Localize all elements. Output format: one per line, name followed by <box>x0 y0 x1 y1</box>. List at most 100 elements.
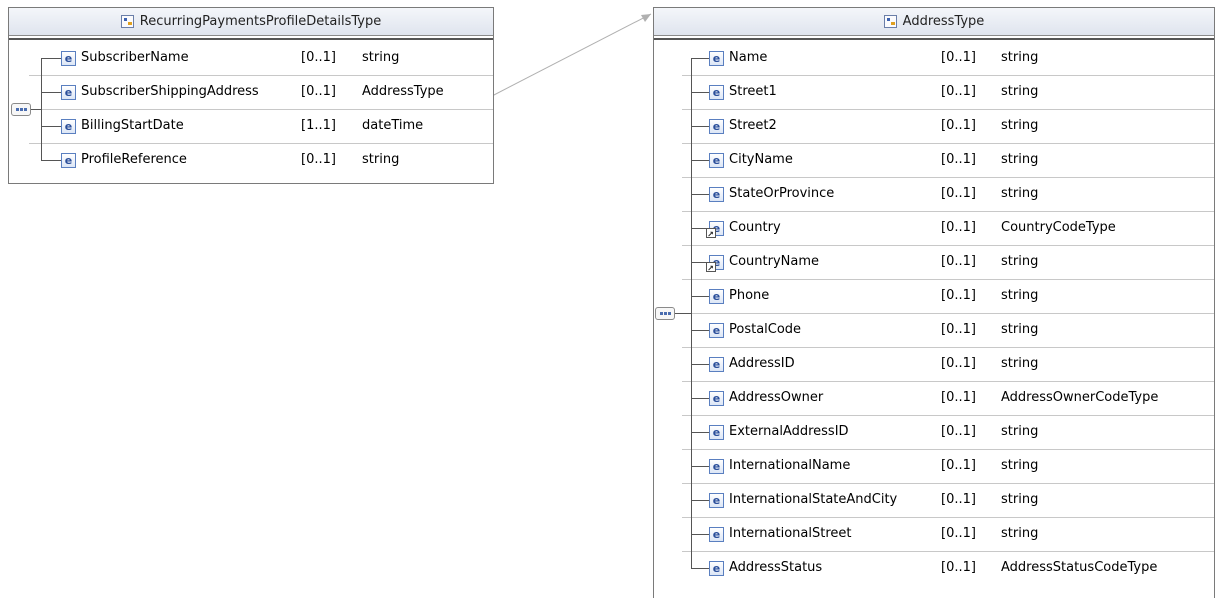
element-row[interactable]: e Phone [0..1] string <box>682 280 1214 314</box>
element-icon: e <box>709 187 724 202</box>
element-name: BillingStartDate <box>81 118 184 133</box>
element-type: CountryCodeType <box>1001 220 1116 235</box>
element-type: string <box>1001 118 1039 133</box>
element-row[interactable]: e PostalCode [0..1] string <box>682 314 1214 348</box>
element-row[interactable]: e AddressStatus [0..1] AddressStatusCodeTyp… <box>682 552 1214 586</box>
element-type: string <box>1001 356 1039 371</box>
element-name: AddressStatus <box>729 560 823 575</box>
element-type: string <box>1001 458 1039 473</box>
element-name: Street1 <box>729 84 777 99</box>
tree-branch-line <box>691 466 709 467</box>
element-icon: e <box>61 51 76 66</box>
element-name: ExternalAddressID <box>729 424 849 439</box>
tree-branch-line <box>691 126 709 127</box>
element-icon: e <box>709 561 724 576</box>
complex-type-address-type[interactable]: AddressType e Name [0..1] string e Street1 [0.… <box>653 7 1215 598</box>
element-name: InternationalStateAndCity <box>729 492 898 507</box>
element-icon: e <box>61 85 76 100</box>
tree-branch-line <box>691 296 709 297</box>
element-cardinality: [0..1] <box>941 560 976 575</box>
sequence-compositor-icon[interactable] <box>11 103 31 116</box>
tree-branch-line <box>691 500 709 501</box>
element-type: string <box>1001 424 1039 439</box>
element-type: string <box>1001 254 1039 269</box>
element-row[interactable]: e Country [0..1] CountryCodeType <box>682 212 1214 246</box>
element-row[interactable]: e InternationalStateAndCity [0..1] string <box>682 484 1214 518</box>
element-cardinality: [0..1] <box>941 526 976 541</box>
element-icon: e <box>61 153 76 168</box>
element-icon: e <box>709 357 724 372</box>
tree-branch-line <box>41 58 61 59</box>
element-icon: e <box>709 323 724 338</box>
element-name: InternationalName <box>729 458 851 473</box>
element-type: AddressOwnerCodeType <box>1001 390 1159 405</box>
element-row[interactable]: e ExternalAddressID [0..1] string <box>682 416 1214 450</box>
element-name: PostalCode <box>729 322 802 337</box>
element-name: AddressID <box>729 356 795 371</box>
element-cardinality: [0..1] <box>941 50 976 65</box>
element-icon: e <box>709 493 724 508</box>
element-name: CityName <box>729 152 793 167</box>
element-type: string <box>1001 186 1039 201</box>
header-divider <box>654 38 1214 40</box>
element-cardinality: [0..1] <box>941 118 976 133</box>
element-name: Name <box>729 50 768 65</box>
element-cardinality: [0..1] <box>941 356 976 371</box>
element-icon: e <box>709 119 724 134</box>
element-row[interactable]: e StateOrProvince [0..1] string <box>682 178 1214 212</box>
element-type: string <box>1001 84 1039 99</box>
element-row[interactable]: e CountryName [0..1] string <box>682 246 1214 280</box>
element-row[interactable]: e Name [0..1] string <box>682 42 1214 76</box>
type-header: AddressType <box>654 8 1214 36</box>
element-type: string <box>1001 50 1039 65</box>
element-type: string <box>362 152 400 167</box>
element-row[interactable]: e Street2 [0..1] string <box>682 110 1214 144</box>
tree-branch-line <box>41 126 61 127</box>
element-icon: e <box>709 153 724 168</box>
element-cardinality: [0..1] <box>941 458 976 473</box>
element-cardinality: [0..1] <box>941 424 976 439</box>
tree-branch-line <box>691 160 709 161</box>
element-icon: e <box>709 425 724 440</box>
element-cardinality: [0..1] <box>941 152 976 167</box>
element-row[interactable]: e AddressOwner [0..1] AddressOwnerCodeType <box>682 382 1214 416</box>
element-icon: e <box>61 119 76 134</box>
element-row[interactable]: e InternationalName [0..1] string <box>682 450 1214 484</box>
element-row[interactable]: e InternationalStreet [0..1] string <box>682 518 1214 552</box>
element-row[interactable]: e SubscriberShippingAddress [0..1] AddressT… <box>29 76 493 110</box>
element-type: AddressStatusCodeType <box>1001 560 1158 575</box>
element-cardinality: [0..1] <box>301 152 336 167</box>
element-type: string <box>362 50 400 65</box>
type-header: RecurringPaymentsProfileDetailsType <box>9 8 493 36</box>
element-cardinality: [0..1] <box>941 322 976 337</box>
element-row[interactable]: e CityName [0..1] string <box>682 144 1214 178</box>
element-row[interactable]: e BillingStartDate [1..1] dateTime <box>29 110 493 144</box>
element-type: string <box>1001 492 1039 507</box>
sequence-compositor-icon[interactable] <box>655 307 675 320</box>
element-name: SubscriberName <box>81 50 189 65</box>
element-cardinality: [0..1] <box>941 84 976 99</box>
element-icon: e <box>709 527 724 542</box>
element-name: AddressOwner <box>729 390 824 405</box>
element-row[interactable]: e SubscriberName [0..1] string <box>29 42 493 76</box>
element-row[interactable]: e Street1 [0..1] string <box>682 76 1214 110</box>
tree-branch-line <box>691 534 709 535</box>
tree-branch-line <box>691 194 709 195</box>
element-icon: e <box>709 51 724 66</box>
tree-branch-line <box>691 432 709 433</box>
element-name: Phone <box>729 288 770 303</box>
element-cardinality: [1..1] <box>301 118 336 133</box>
element-type: string <box>1001 288 1039 303</box>
tree-branch-line <box>691 398 709 399</box>
type-title: RecurringPaymentsProfileDetailsType <box>139 14 382 29</box>
element-row[interactable]: e ProfileReference [0..1] string <box>29 144 493 178</box>
tree-branch-line <box>691 92 709 93</box>
element-cardinality: [0..1] <box>941 288 976 303</box>
element-row[interactable]: e AddressID [0..1] string <box>682 348 1214 382</box>
tree-branch-line <box>691 568 709 569</box>
element-type: string <box>1001 322 1039 337</box>
complex-type-recurring-payments-profile-details[interactable]: RecurringPaymentsProfileDetailsType e Sub… <box>8 7 494 184</box>
element-name: InternationalStreet <box>729 526 852 541</box>
tree-trunk-line <box>691 58 692 568</box>
tree-branch-line <box>691 330 709 331</box>
